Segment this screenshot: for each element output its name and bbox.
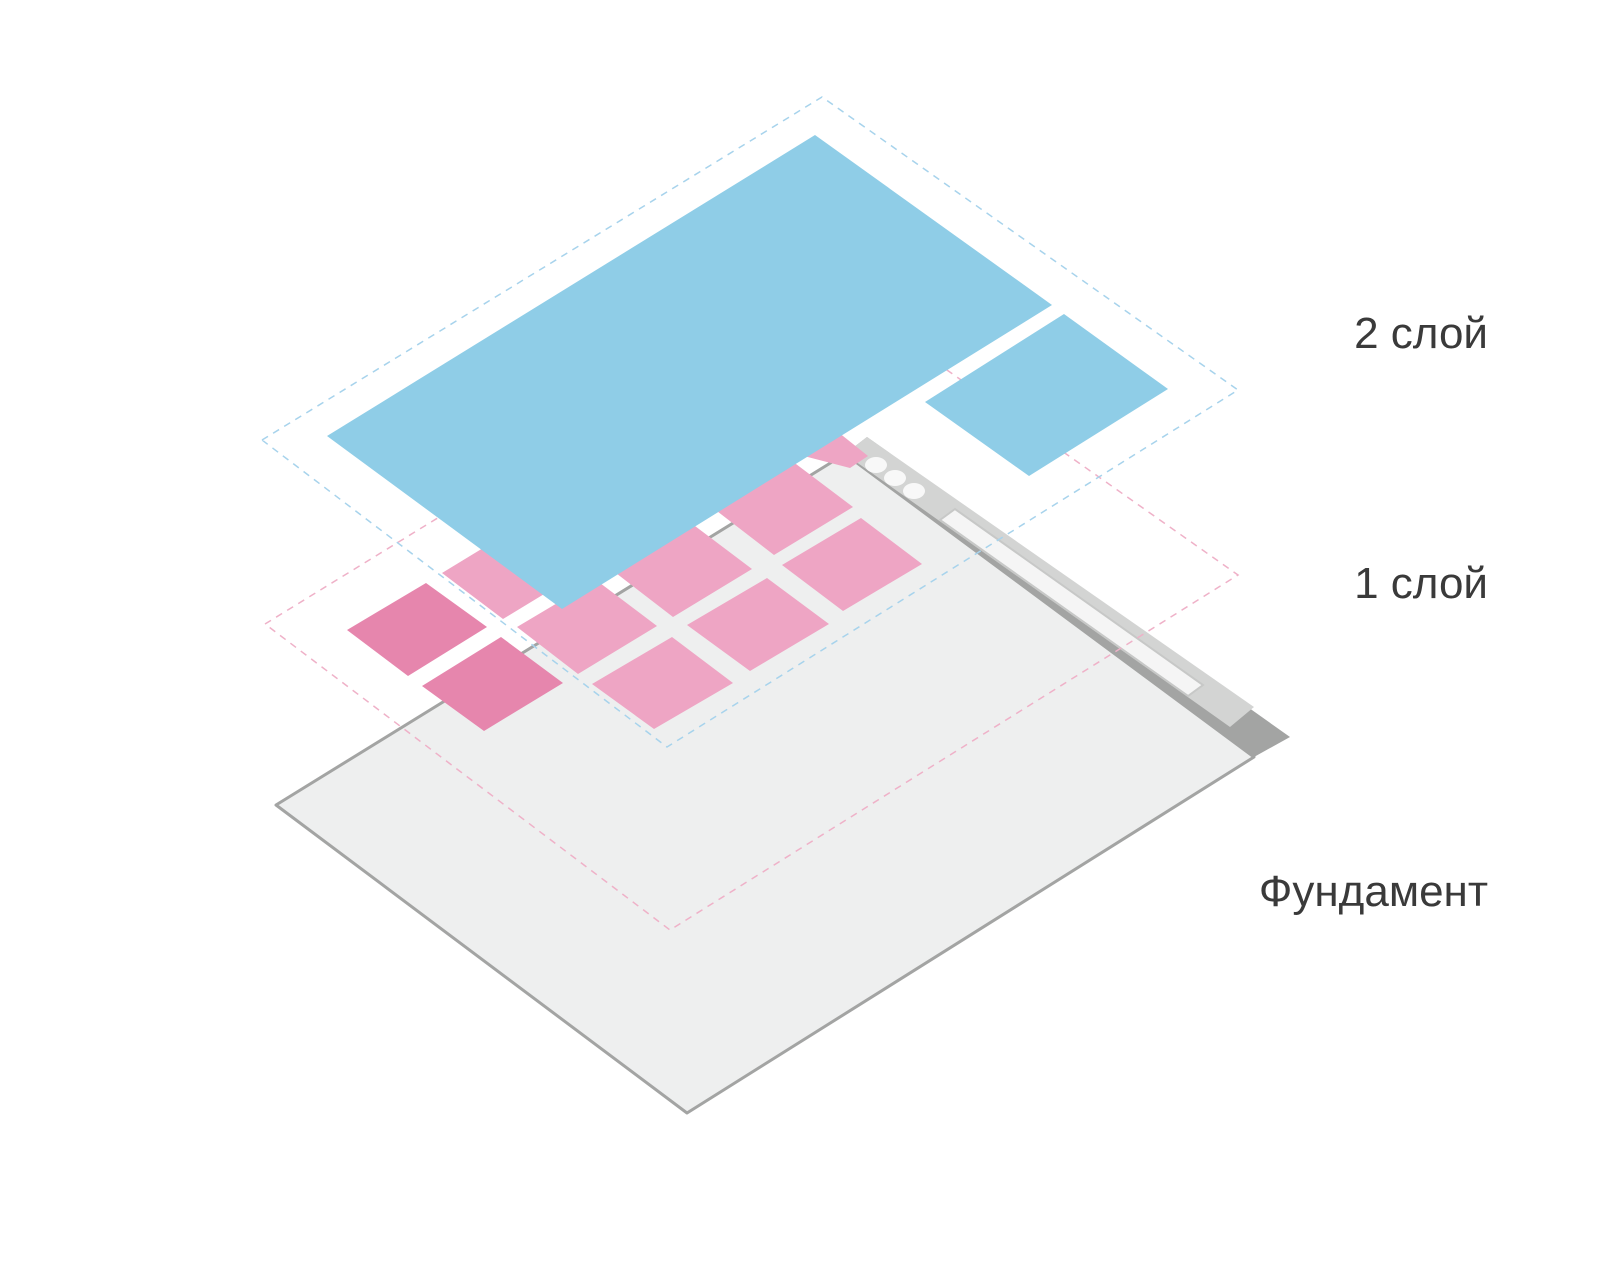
window-dot-icon: [903, 483, 925, 499]
window-dot-icon: [884, 470, 906, 486]
foundation-plate: [274, 452, 1256, 1115]
layer1-label: 1 слой: [1354, 559, 1488, 608]
layer2-label: 2 слой: [1354, 309, 1488, 358]
window-dot-icon: [865, 457, 887, 473]
isometric-layers-illustration: [260, 96, 1290, 1115]
foundation-label: Фундамент: [1258, 867, 1488, 916]
layers-diagram: 2 слой 1 слой Фундамент: [0, 0, 1600, 1280]
